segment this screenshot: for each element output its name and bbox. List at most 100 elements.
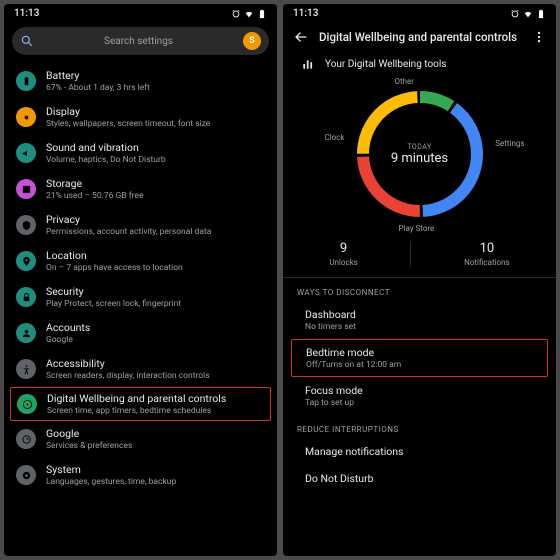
header: Digital Wellbeing and parental controls bbox=[283, 21, 556, 53]
row-subtitle: Off/Turns on at 12:00 am bbox=[306, 360, 533, 370]
settings-item-storage[interactable]: Storage21% used – 50.76 GB free bbox=[4, 171, 277, 207]
accounts-icon bbox=[16, 323, 36, 343]
stat-unlocks[interactable]: 9 Unlocks bbox=[329, 241, 357, 267]
settings-item-sound[interactable]: Sound and vibrationVolume, haptics, Do N… bbox=[4, 135, 277, 171]
chart-icon bbox=[301, 57, 315, 71]
chart-center: TODAY 9 minutes bbox=[345, 79, 495, 229]
storage-icon bbox=[16, 179, 36, 199]
stats-row: 9 Unlocks 10 Notifications bbox=[283, 229, 556, 278]
clock: 11:13 bbox=[293, 8, 318, 19]
settings-item-security[interactable]: SecurityPlay Protect, screen lock, finge… bbox=[4, 279, 277, 315]
tools-row: Your Digital Wellbeing tools bbox=[283, 53, 556, 75]
settings-item-wellbeing[interactable]: Digital Wellbeing and parental controlsS… bbox=[10, 387, 271, 421]
settings-item-display[interactable]: DisplayStyles, wallpapers, screen timeou… bbox=[4, 99, 277, 135]
row-title: Bedtime mode bbox=[306, 346, 533, 359]
settings-list: Battery67% - About 1 day, 3 hrs left Dis… bbox=[4, 61, 277, 556]
status-icons bbox=[510, 8, 546, 19]
accessibility-icon bbox=[16, 359, 36, 379]
settings-item-system[interactable]: SystemLanguages, gestures, time, backup bbox=[4, 457, 277, 493]
row-title: Do Not Disturb bbox=[305, 472, 534, 485]
row-dashboard[interactable]: DashboardNo timers set bbox=[283, 301, 556, 339]
item-title: Storage bbox=[46, 177, 265, 190]
item-subtitle: Google bbox=[46, 335, 265, 345]
item-subtitle: 67% - About 1 day, 3 hrs left bbox=[46, 83, 265, 93]
item-title: Security bbox=[46, 285, 265, 298]
item-subtitle: Services & preferences bbox=[46, 441, 265, 451]
row-subtitle: Tap to set up bbox=[305, 398, 534, 408]
item-subtitle: Play Protect, screen lock, fingerprint bbox=[46, 299, 265, 309]
item-subtitle: 21% used – 50.76 GB free bbox=[46, 191, 265, 201]
stat-divider bbox=[410, 241, 411, 267]
row-title: Manage notifications bbox=[305, 445, 534, 458]
search-icon bbox=[20, 34, 34, 48]
interruptions-list: Manage notifications Do Not Disturb bbox=[283, 438, 556, 492]
item-subtitle: Languages, gestures, time, backup bbox=[46, 477, 265, 487]
item-title: Privacy bbox=[46, 213, 265, 226]
overflow-menu-icon[interactable] bbox=[532, 30, 546, 44]
google-icon bbox=[16, 429, 36, 449]
search-bar[interactable]: Search settings S bbox=[12, 27, 269, 55]
disconnect-list: DashboardNo timers setBedtime modeOff/Tu… bbox=[283, 301, 556, 415]
item-title: Accessibility bbox=[46, 357, 265, 370]
status-icons bbox=[231, 8, 267, 19]
stat-notifications[interactable]: 10 Notifications bbox=[464, 241, 509, 267]
item-title: Sound and vibration bbox=[46, 141, 265, 154]
row-do-not-disturb[interactable]: Do Not Disturb bbox=[283, 465, 556, 492]
wifi-icon bbox=[523, 9, 533, 19]
ring-label-clock: Clock bbox=[325, 133, 345, 142]
status-bar: 11:13 bbox=[4, 4, 277, 21]
battery-icon bbox=[16, 71, 36, 91]
item-subtitle: Screen time, app timers, bedtime schedul… bbox=[47, 406, 264, 416]
security-icon bbox=[16, 287, 36, 307]
item-subtitle: On – 7 apps have access to location bbox=[46, 263, 265, 273]
settings-item-battery[interactable]: Battery67% - About 1 day, 3 hrs left bbox=[4, 63, 277, 99]
row-bedtime-mode[interactable]: Bedtime modeOff/Turns on at 12:00 am bbox=[291, 339, 548, 377]
battery-icon bbox=[536, 9, 546, 19]
section-reduce-interruptions: REDUCE INTERRUPTIONS bbox=[283, 415, 556, 438]
wifi-icon bbox=[244, 9, 254, 19]
row-focus-mode[interactable]: Focus modeTap to set up bbox=[283, 377, 556, 415]
ring-label-playstore: Play Store bbox=[399, 224, 435, 233]
ring-label-settings: Settings bbox=[495, 139, 524, 148]
section-ways-to-disconnect: WAYS TO DISCONNECT bbox=[283, 278, 556, 301]
item-title: Accounts bbox=[46, 321, 265, 334]
item-subtitle: Styles, wallpapers, screen timeout, font… bbox=[46, 119, 265, 129]
item-title: Battery bbox=[46, 69, 265, 82]
alarm-icon bbox=[510, 9, 520, 19]
settings-item-google[interactable]: GoogleServices & preferences bbox=[4, 421, 277, 457]
location-icon bbox=[16, 251, 36, 271]
item-title: Digital Wellbeing and parental controls bbox=[47, 392, 264, 405]
settings-item-location[interactable]: LocationOn – 7 apps have access to locat… bbox=[4, 243, 277, 279]
row-title: Dashboard bbox=[305, 308, 534, 321]
privacy-icon bbox=[16, 215, 36, 235]
clock: 11:13 bbox=[14, 8, 39, 19]
status-bar: 11:13 bbox=[283, 4, 556, 21]
row-subtitle: No timers set bbox=[305, 322, 534, 332]
item-subtitle: Volume, haptics, Do Not Disturb bbox=[46, 155, 265, 165]
settings-item-accessibility[interactable]: AccessibilityScreen readers, display, in… bbox=[4, 351, 277, 387]
wellbeing-icon bbox=[17, 394, 37, 414]
item-title: Location bbox=[46, 249, 265, 262]
back-icon[interactable] bbox=[293, 29, 309, 45]
wellbeing-screen: 11:13 Digital Wellbeing and parental con… bbox=[283, 4, 556, 556]
item-subtitle: Permissions, account activity, personal … bbox=[46, 227, 265, 237]
item-title: System bbox=[46, 463, 265, 476]
system-icon bbox=[16, 465, 36, 485]
search-placeholder: Search settings bbox=[42, 36, 235, 47]
avatar[interactable]: S bbox=[243, 32, 261, 50]
alarm-icon bbox=[231, 9, 241, 19]
settings-screen: 11:13 Search settings S Battery67% - Abo… bbox=[4, 4, 277, 556]
usage-ring-chart[interactable]: TODAY 9 minutes Other Settings Play Stor… bbox=[345, 79, 495, 229]
settings-item-accounts[interactable]: AccountsGoogle bbox=[4, 315, 277, 351]
row-manage-notifications[interactable]: Manage notifications bbox=[283, 438, 556, 465]
tools-label: Your Digital Wellbeing tools bbox=[325, 59, 446, 70]
item-title: Google bbox=[46, 427, 265, 440]
row-title: Focus mode bbox=[305, 384, 534, 397]
battery-icon bbox=[257, 9, 267, 19]
item-subtitle: Screen readers, display, interaction con… bbox=[46, 371, 265, 381]
display-icon bbox=[16, 107, 36, 127]
sound-icon bbox=[16, 143, 36, 163]
page-title: Digital Wellbeing and parental controls bbox=[319, 30, 522, 44]
settings-item-privacy[interactable]: PrivacyPermissions, account activity, pe… bbox=[4, 207, 277, 243]
item-title: Display bbox=[46, 105, 265, 118]
